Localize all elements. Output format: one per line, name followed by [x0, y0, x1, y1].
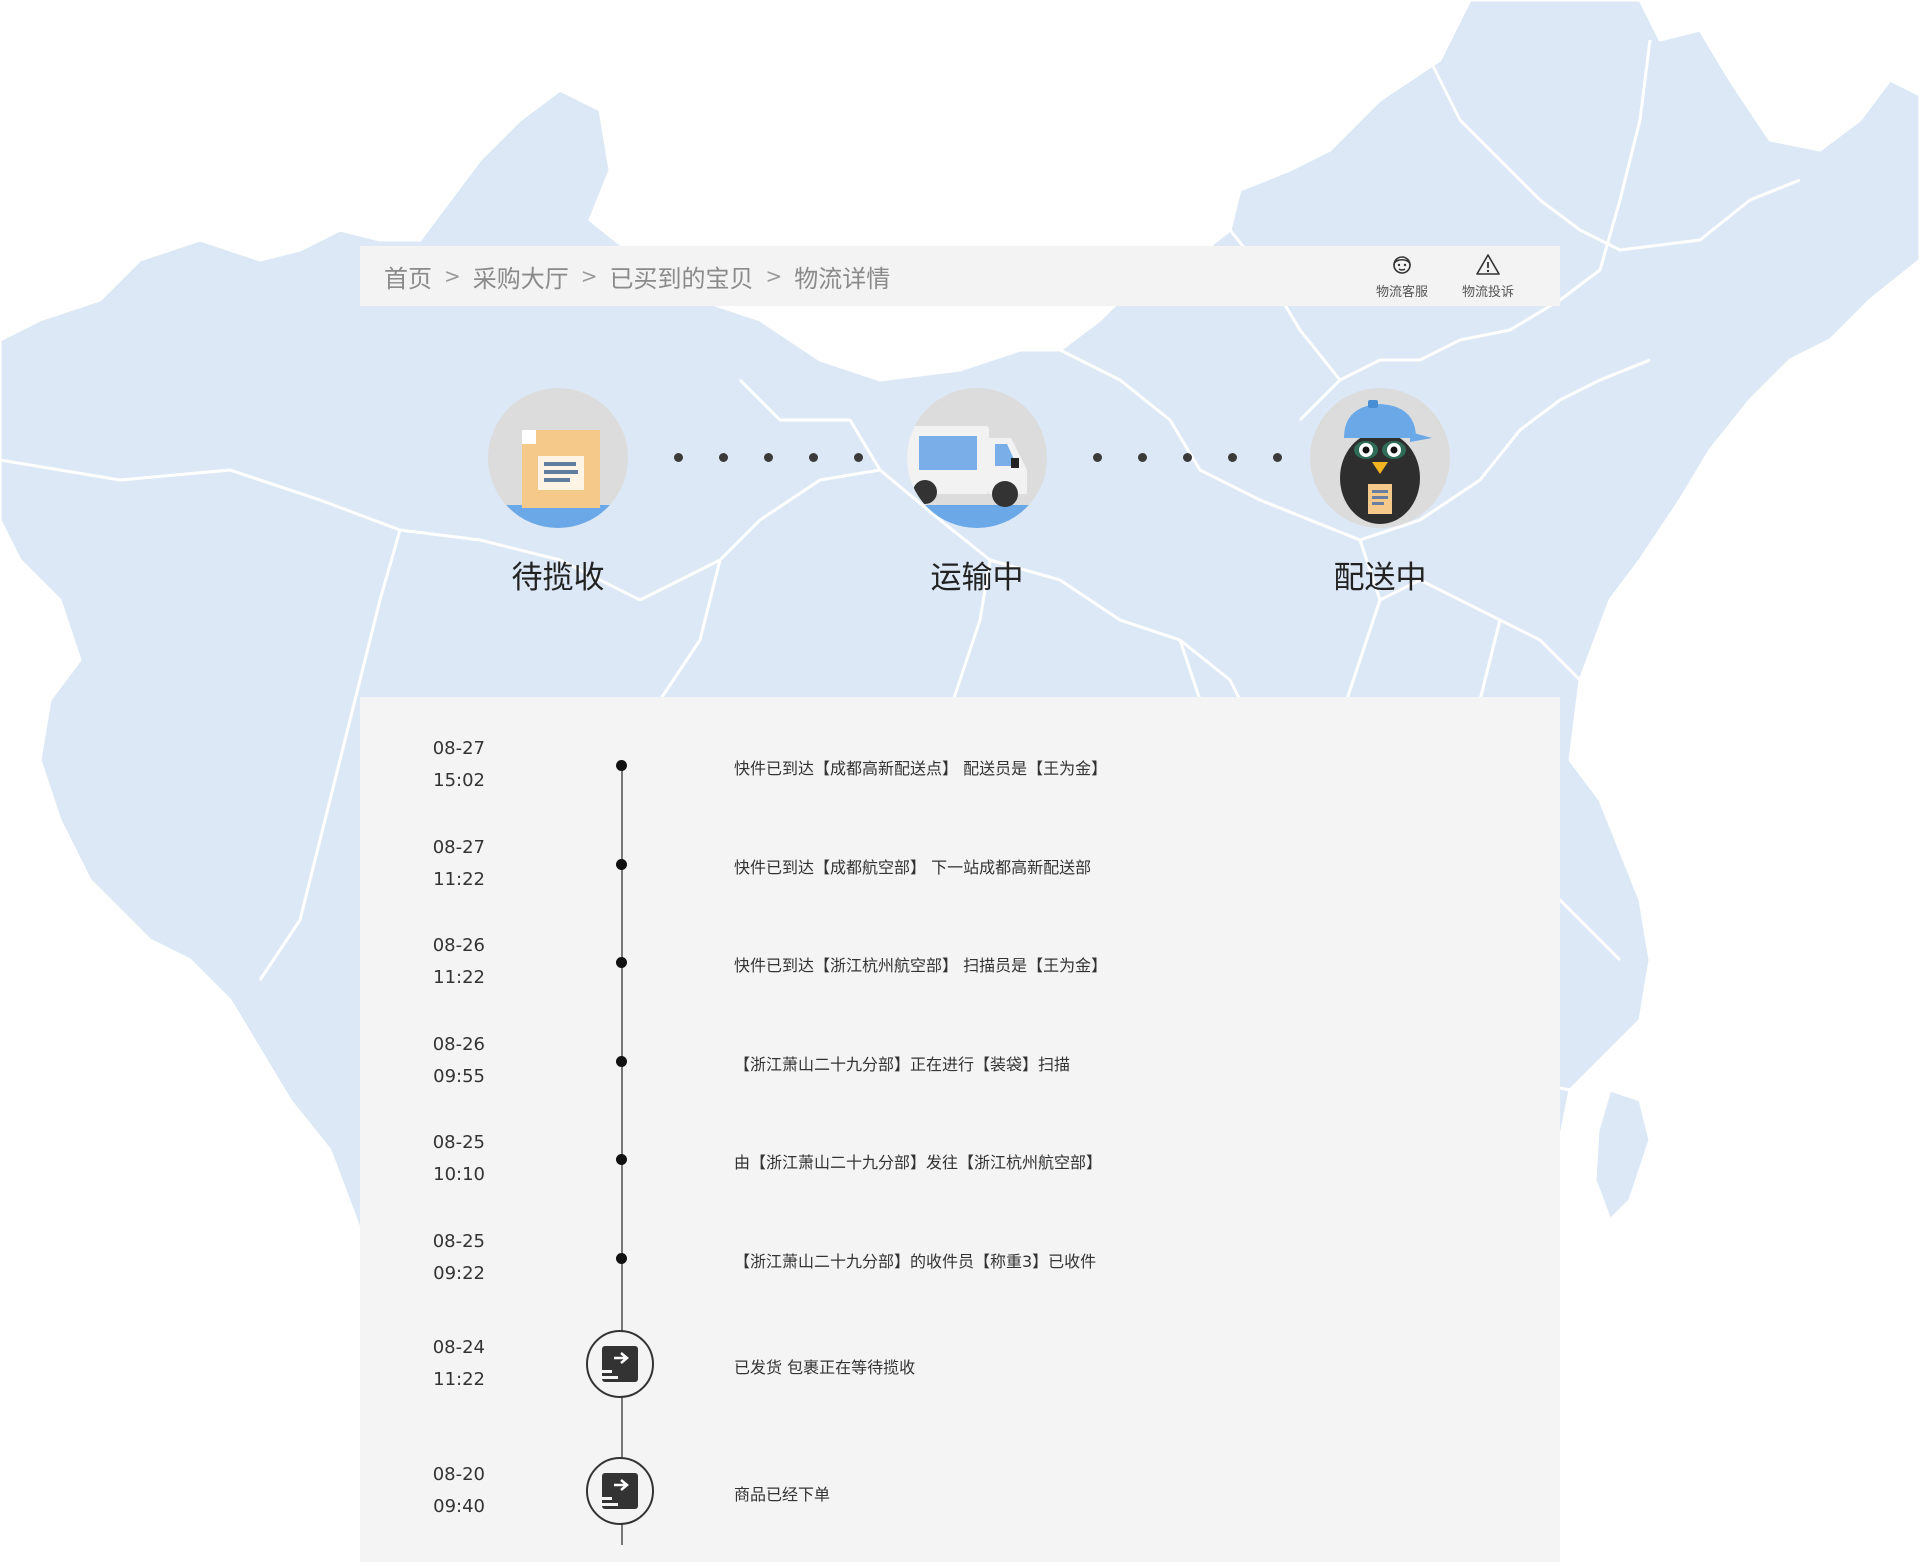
step-pending-pickup: 待揽收	[488, 388, 628, 596]
breadcrumb-separator: >	[765, 264, 783, 288]
entry-description: 快件已到达【成都高新配送点】 配送员是【王为金】	[734, 759, 1108, 778]
entry-time: 11:22	[433, 869, 485, 890]
entry-datetime: 08-26 11:22	[405, 930, 485, 994]
package-icon	[488, 430, 628, 528]
timeline-milestone	[586, 1330, 654, 1398]
step-label: 待揽收	[511, 560, 605, 596]
order-placed-icon	[600, 1473, 638, 1509]
entry-description: 由【浙江萧山二十九分部】发往【浙江杭州航空部】	[734, 1153, 1103, 1172]
entry-date: 08-24	[432, 1337, 485, 1358]
breadcrumb-separator: >	[444, 264, 461, 288]
breadcrumb-separator: >	[580, 264, 598, 288]
entry-date: 08-26	[432, 935, 485, 956]
entry-datetime: 08-24 11:22	[405, 1332, 485, 1396]
breadcrumb-purchase-hall[interactable]: 采购大厅	[473, 259, 569, 294]
entry-time: 09:40	[433, 1496, 485, 1517]
timeline-milestone	[586, 1457, 654, 1525]
breadcrumb-bar: 首页 > 采购大厅 > 已买到的宝贝 > 物流详情 物流客服 物流投诉	[360, 246, 1560, 306]
entry-time: 09:22	[433, 1263, 485, 1284]
step-circle	[488, 388, 628, 528]
step-connector-dots	[1093, 453, 1282, 462]
timeline-dot	[616, 1056, 627, 1067]
step-circle	[1310, 388, 1450, 528]
timeline-dot	[616, 859, 627, 870]
entry-datetime: 08-25 09:22	[405, 1226, 485, 1290]
entry-time: 15:02	[433, 770, 485, 791]
entry-datetime: 08-27 15:02	[405, 733, 485, 797]
entry-description: 快件已到达【成都航空部】 下一站成都高新配送部	[734, 858, 1092, 877]
timeline-dot	[616, 1253, 627, 1264]
step-in-transit: 运输中	[907, 388, 1047, 596]
entry-datetime: 08-26 09:55	[405, 1029, 485, 1093]
entry-description: 【浙江萧山二十九分部】的收件员【称重3】已收件	[734, 1252, 1097, 1271]
entry-time: 10:10	[433, 1164, 485, 1185]
step-label: 配送中	[1333, 560, 1427, 596]
entry-datetime: 08-27 11:22	[405, 832, 485, 896]
shipment-icon	[600, 1346, 638, 1382]
breadcrumb-purchased-items[interactable]: 已买到的宝贝	[610, 259, 754, 294]
entry-date: 08-27	[432, 837, 485, 858]
step-circle	[907, 388, 1047, 528]
breadcrumb: 首页 > 采购大厅 > 已买到的宝贝 > 物流详情	[384, 246, 890, 306]
customer-service-icon	[1393, 256, 1411, 274]
logistics-complaint-button[interactable]: 物流投诉	[1462, 252, 1514, 300]
logistics-timeline-panel: 08-27 15:02 快件已到达【成都高新配送点】 配送员是【王为金】 08-…	[360, 697, 1560, 1562]
logistics-actions: 物流客服 物流投诉	[1376, 252, 1514, 300]
truck-icon	[907, 426, 1047, 528]
timeline-dot	[616, 760, 627, 771]
step-label: 运输中	[930, 560, 1024, 596]
logistics-complaint-label: 物流投诉	[1461, 285, 1514, 300]
courier-penguin-icon	[1340, 400, 1432, 524]
entry-description: 已发货 包裹正在等待揽收	[734, 1358, 916, 1377]
logistics-service-label: 物流客服	[1375, 285, 1428, 300]
entry-time: 11:22	[433, 1369, 485, 1390]
step-connector-dots	[674, 453, 863, 462]
entry-date: 08-26	[432, 1034, 485, 1055]
step-delivering: 配送中	[1310, 388, 1450, 596]
breadcrumb-home[interactable]: 首页	[384, 259, 432, 294]
entry-time: 11:22	[433, 967, 485, 988]
entry-time: 09:55	[433, 1066, 485, 1087]
entry-description: 商品已经下单	[734, 1485, 831, 1504]
entry-description: 快件已到达【浙江杭州航空部】 扫描员是【王为金】	[734, 956, 1108, 975]
breadcrumb-logistics-detail: 物流详情	[794, 264, 891, 293]
timeline-dot	[616, 1154, 627, 1165]
entry-date: 08-25	[432, 1231, 485, 1252]
entry-date: 08-20	[432, 1464, 485, 1485]
entry-datetime: 08-25 10:10	[405, 1127, 485, 1191]
entry-date: 08-27	[432, 738, 485, 759]
entry-description: 【浙江萧山二十九分部】正在进行【装袋】扫描	[734, 1055, 1071, 1074]
logistics-service-button[interactable]: 物流客服	[1376, 252, 1428, 300]
entry-date: 08-25	[432, 1132, 485, 1153]
timeline-dot	[616, 957, 627, 968]
entry-datetime: 08-20 09:40	[405, 1459, 485, 1523]
warning-icon	[1476, 254, 1500, 275]
